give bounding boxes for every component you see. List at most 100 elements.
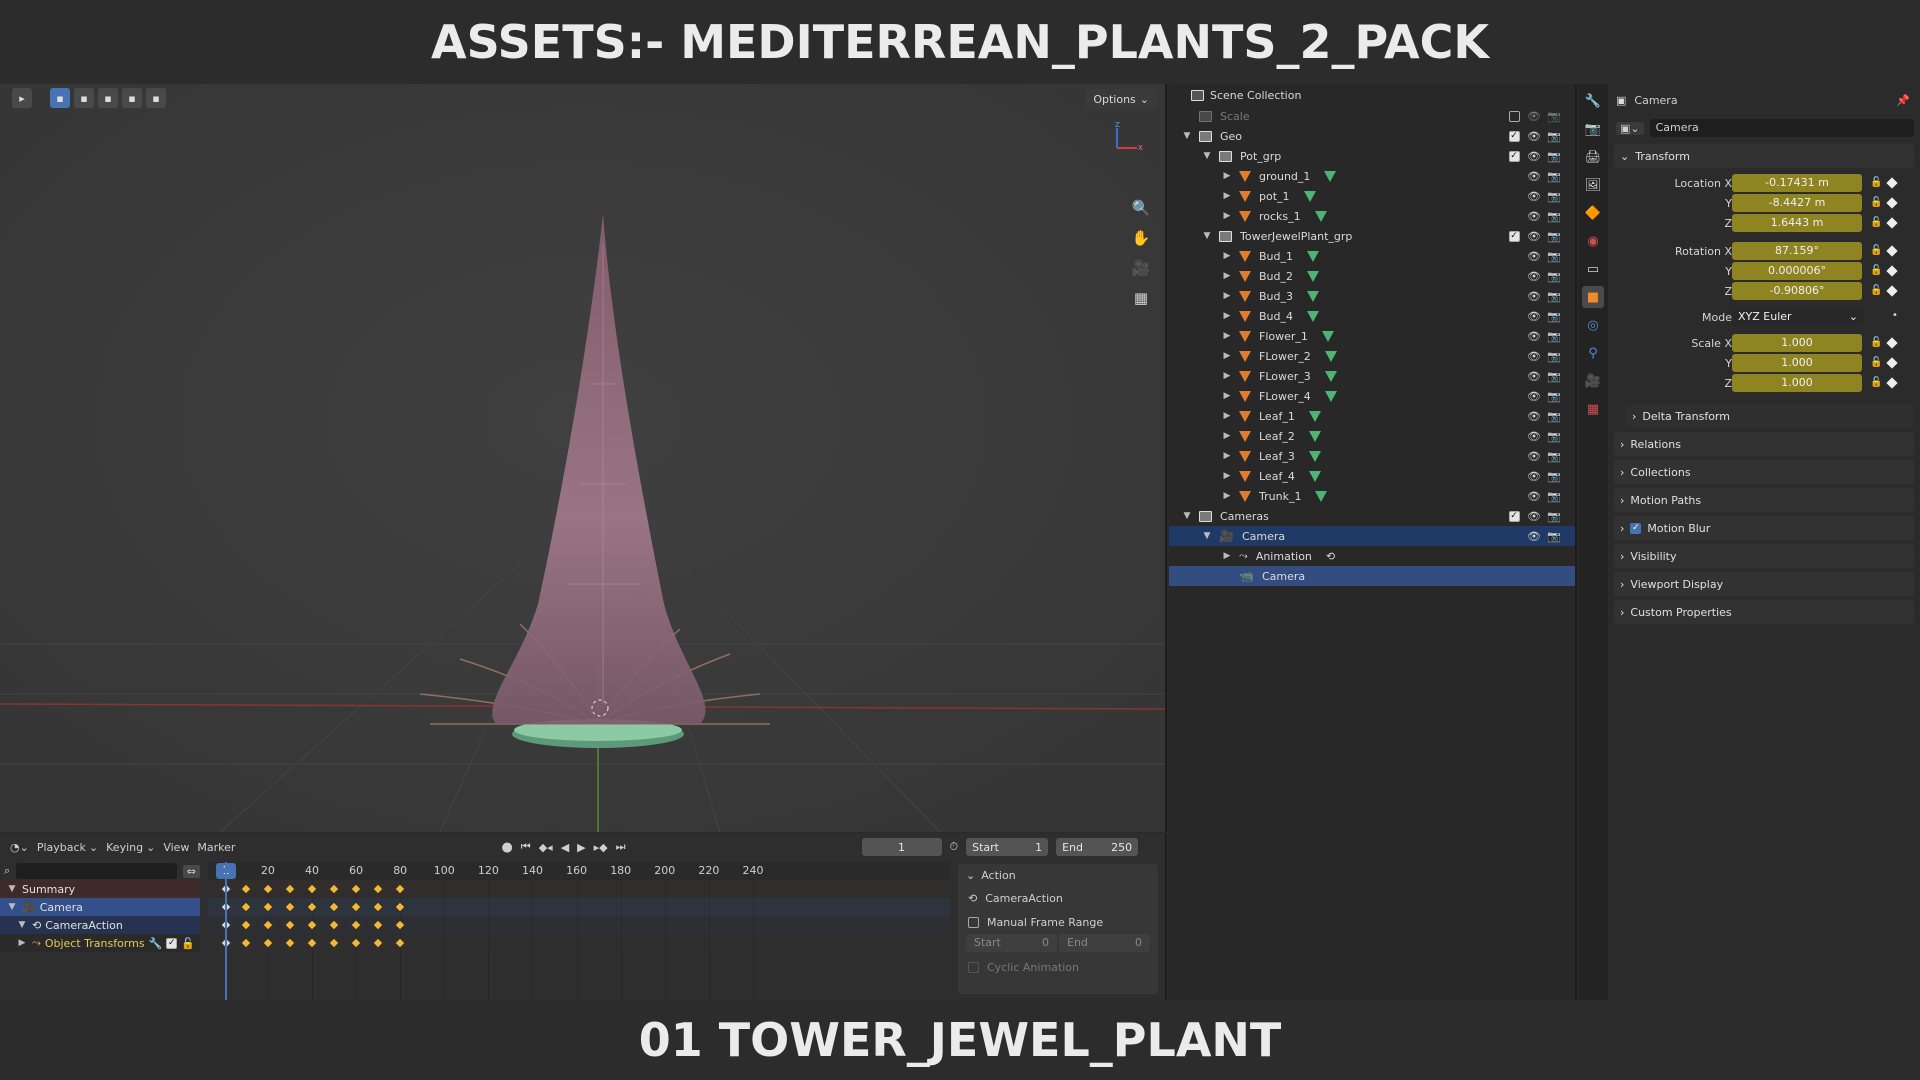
wrench-icon[interactable]: 🔧 <box>149 937 163 950</box>
eye-icon[interactable]: 👁 <box>1527 229 1541 243</box>
mesh-data-icon[interactable] <box>1307 310 1319 322</box>
eye-icon[interactable]: 👁 <box>1527 189 1541 203</box>
action-datablock[interactable]: ⟲ CameraAction <box>958 886 1158 910</box>
cyclic-animation-toggle[interactable]: Cyclic Animation <box>958 956 1158 978</box>
exclude-checkbox[interactable]: ✓ <box>1508 130 1520 142</box>
expand-right-icon[interactable]: ▶ <box>1221 311 1233 321</box>
lock-icon[interactable]: 🔓 <box>1870 245 1882 256</box>
render-camera-icon[interactable]: 📷 <box>1547 249 1561 263</box>
expand-right-icon[interactable]: ▶ <box>1221 171 1233 181</box>
start-frame-field[interactable]: Start 1 <box>966 838 1049 856</box>
render-camera-icon[interactable]: 📷 <box>1547 389 1561 403</box>
eye-icon[interactable]: 👁 <box>1527 109 1541 123</box>
mesh-data-icon[interactable] <box>1308 410 1321 422</box>
channel-enable-checkbox[interactable]: ✓ <box>166 937 178 949</box>
render-camera-icon[interactable]: 📷 <box>1547 409 1561 423</box>
select-box-mode-subtract[interactable]: ▪ <box>98 88 118 108</box>
eye-icon[interactable]: 👁 <box>1527 269 1541 283</box>
panel-custom-properties[interactable]: › Custom Properties <box>1614 600 1914 624</box>
transform-panel-header[interactable]: ⌄ Transform <box>1614 144 1914 168</box>
cyclic-checkbox[interactable] <box>968 961 979 973</box>
mesh-data-icon[interactable] <box>1314 210 1327 222</box>
action-start-field[interactable]: Start 0 <box>966 934 1057 952</box>
lock-icon[interactable]: 🔓 <box>1870 337 1882 348</box>
options-dropdown[interactable]: Options ⌄ <box>1085 89 1157 109</box>
outliner-row-bud-3[interactable]: ▶ Bud_3 👁 📷 <box>1169 286 1575 306</box>
exclude-toggle[interactable]: ✓ <box>1507 229 1521 243</box>
eye-icon[interactable]: 👁 <box>1527 469 1541 483</box>
search-input[interactable] <box>16 863 177 879</box>
outliner-row-flower-4[interactable]: ▶ FLower_4 👁 📷 <box>1169 386 1575 406</box>
scale-x-field[interactable]: 1.000 <box>1732 334 1862 352</box>
manual-frame-range-toggle[interactable]: Manual Frame Range <box>958 910 1158 934</box>
render-camera-icon[interactable]: 📷 <box>1547 169 1561 183</box>
mesh-data-icon[interactable] <box>1324 370 1337 382</box>
expand-right-icon[interactable]: ▶ <box>1221 491 1233 501</box>
select-box-mode-extend[interactable]: ▪ <box>74 88 94 108</box>
keyframe-icon[interactable] <box>1886 197 1898 209</box>
lock-icon[interactable]: 🔓 <box>1870 265 1882 276</box>
mesh-data-icon[interactable] <box>1307 290 1319 302</box>
render-camera-icon[interactable]: 📷 <box>1547 129 1561 143</box>
render-camera-icon[interactable]: 📷 <box>1547 189 1561 203</box>
keyframe-icon[interactable] <box>1886 357 1898 369</box>
mesh-data-icon[interactable] <box>1308 470 1321 482</box>
end-frame-field[interactable]: End 250 <box>1056 838 1139 856</box>
frame-ruler[interactable]: 204060801001201401601802002202401 <box>208 862 950 880</box>
navigation-gizmo[interactable]: Z X <box>1105 120 1145 160</box>
render-camera-icon[interactable]: 📷 <box>1547 329 1561 343</box>
render-camera-icon[interactable]: 📷 <box>1547 509 1561 523</box>
keyframe-icon[interactable] <box>1886 265 1898 277</box>
jump-start-icon[interactable]: ⏮ <box>521 840 531 854</box>
record-icon[interactable]: ● <box>501 840 512 855</box>
location-x-field[interactable]: -0.17431 m <box>1732 174 1862 192</box>
channel-object-transforms[interactable]: ▶ ⤳ Object Transforms 🔧 ✓ 🔓 <box>0 934 200 952</box>
lock-icon[interactable]: 🔓 <box>1870 357 1882 368</box>
expand-right-icon[interactable]: ▶ <box>1221 251 1233 261</box>
render-camera-icon[interactable]: 📷 <box>1547 489 1561 503</box>
lock-icon[interactable]: 🔓 <box>1870 377 1882 388</box>
render-camera-icon[interactable]: 📷 <box>1547 309 1561 323</box>
motion-blur-checkbox[interactable]: ✓ <box>1630 522 1642 534</box>
rotation-x-field[interactable]: 87.159° <box>1732 242 1862 260</box>
mesh-data-icon[interactable] <box>1321 330 1334 342</box>
render-camera-icon[interactable]: 📷 <box>1547 229 1561 243</box>
outliner-row-trunk-1[interactable]: ▶ Trunk_1 👁 📷 <box>1169 486 1575 506</box>
expand-right-icon[interactable]: ▶ <box>1221 291 1233 301</box>
action-icon[interactable]: ⟲ <box>1326 550 1335 563</box>
eye-icon[interactable]: 👁 <box>1527 509 1541 523</box>
exclude-checkbox[interactable] <box>1508 110 1520 122</box>
channel-cameraaction[interactable]: ▼ ⟲ CameraAction <box>0 916 200 934</box>
outliner-row-ground-1[interactable]: ▶ ground_1 👁 📷 <box>1169 166 1575 186</box>
outliner-row-leaf-3[interactable]: ▶ Leaf_3 👁 📷 <box>1169 446 1575 466</box>
eye-icon[interactable]: 👁 <box>1527 169 1541 183</box>
location-z-field[interactable]: 1.6443 m <box>1732 214 1862 232</box>
keyframe-icon[interactable] <box>1886 245 1898 257</box>
delta-transform-header[interactable]: › Delta Transform <box>1626 404 1914 428</box>
outliner-row-flower-1[interactable]: ▶ Flower_1 👁 📷 <box>1169 326 1575 346</box>
channel-summary[interactable]: ▼ Summary <box>0 880 200 898</box>
render-tab-icon[interactable]: 📷 <box>1582 118 1604 140</box>
eye-icon[interactable]: 👁 <box>1527 249 1541 263</box>
eye-icon[interactable]: 👁 <box>1527 409 1541 423</box>
render-camera-icon[interactable]: 📷 <box>1547 149 1561 163</box>
panel-visibility[interactable]: › Visibility <box>1614 544 1914 568</box>
outliner-row-towerjewelplant-grp[interactable]: ▼ TowerJewelPlant_grp ✓ 👁 📷 <box>1169 226 1575 246</box>
expand-right-icon[interactable]: ▶ <box>1221 351 1233 361</box>
object-type-dropdown[interactable]: ▣⌄ <box>1616 121 1644 135</box>
lock-icon[interactable]: 🔓 <box>1870 285 1882 296</box>
outliner-row-cameras[interactable]: ▼ Cameras ✓ 👁 📷 <box>1169 506 1575 526</box>
lock-icon[interactable]: 🔓 <box>1870 217 1882 228</box>
lock-icon[interactable]: 🔓 <box>1870 177 1882 188</box>
panel-relations[interactable]: › Relations <box>1614 432 1914 456</box>
eye-icon[interactable]: 👁 <box>1527 489 1541 503</box>
marker-menu[interactable]: Marker <box>197 841 235 854</box>
outliner-row-flower-3[interactable]: ▶ FLower_3 👁 📷 <box>1169 366 1575 386</box>
output-tab-icon[interactable]: 🖨 <box>1582 146 1604 168</box>
mesh-data-icon[interactable] <box>1324 170 1337 182</box>
expand-right-icon[interactable]: ▶ <box>1221 331 1233 341</box>
exclude-checkbox[interactable]: ✓ <box>1508 230 1520 242</box>
mesh-data-icon[interactable] <box>1324 350 1337 362</box>
expand-down-icon[interactable]: ▼ <box>1201 151 1213 161</box>
outliner-row-rocks-1[interactable]: ▶ rocks_1 👁 📷 <box>1169 206 1575 226</box>
